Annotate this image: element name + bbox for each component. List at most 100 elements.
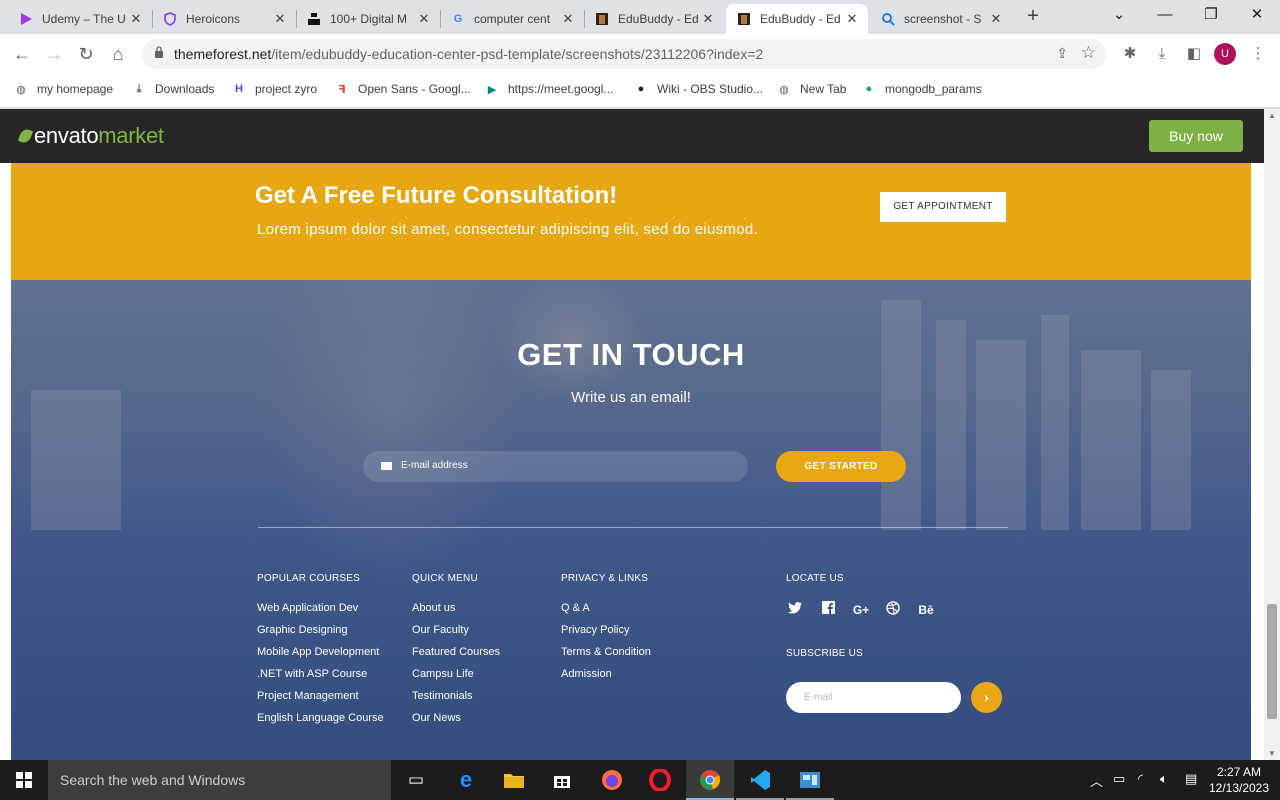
reload-icon[interactable]: ↻ <box>74 42 98 66</box>
subscribe-email-input[interactable]: E-mail <box>786 682 961 713</box>
page-scrollbar[interactable]: ▲ ▼ <box>1264 109 1280 760</box>
tab-edubuddy[interactable]: EduBuddy - Ed ✕ <box>584 4 724 34</box>
envato-leaf-icon <box>17 127 34 145</box>
footer-link[interactable]: Mobile App Development <box>257 646 379 658</box>
bookmark-open-sans[interactable]: ꟻ Open Sans - Googl... <box>335 82 471 96</box>
chrome-icon[interactable] <box>686 760 734 800</box>
close-icon[interactable]: ✕ <box>988 11 1004 27</box>
email-address-input[interactable]: E-mail address <box>363 451 748 482</box>
close-icon[interactable]: ✕ <box>700 11 716 27</box>
footer-link[interactable]: Web Application Dev <box>257 602 358 614</box>
footer-link[interactable]: Our Faculty <box>412 624 469 636</box>
bookmark-obs-wiki[interactable]: ● Wiki - OBS Studio... <box>634 82 763 96</box>
get-started-button[interactable]: GET STARTED <box>776 451 906 482</box>
envato-header: envato market Buy now <box>0 109 1264 163</box>
tab-screenshot-search[interactable]: screenshot - S ✕ <box>870 4 1012 34</box>
volume-icon[interactable]: 🔈︎ <box>1160 771 1168 787</box>
vscode-icon[interactable] <box>736 760 784 800</box>
footer-link[interactable]: Campsu Life <box>412 668 474 680</box>
bookmark-project-zyro[interactable]: Hproject zyro <box>232 82 317 96</box>
behance-icon[interactable]: Bē <box>914 601 938 619</box>
tab-search-chevron-icon[interactable]: ⌄ <box>1096 0 1142 34</box>
bookmark-downloads[interactable]: ⤓ Downloads <box>132 82 215 96</box>
profile-avatar[interactable]: U <box>1214 43 1236 65</box>
twitter-icon[interactable] <box>786 601 804 619</box>
side-panel-icon[interactable]: ◧ <box>1182 42 1206 66</box>
home-icon[interactable]: ⌂ <box>106 42 130 66</box>
consultation-banner: Get A Free Future Consultation! Lorem ip… <box>11 163 1251 280</box>
opera-icon[interactable] <box>636 760 684 800</box>
bookmark-mongodb[interactable]: ● mongodb_params <box>862 82 982 96</box>
download-icon: ⤓ <box>136 82 142 95</box>
envato-market-logo[interactable]: envato market <box>17 123 164 149</box>
close-icon[interactable]: ✕ <box>560 11 576 27</box>
battery-icon[interactable]: ▭ <box>1113 771 1125 787</box>
download-icon[interactable]: ⤓ <box>1150 42 1174 66</box>
taskbar-search[interactable]: Search the web and Windows <box>48 760 391 800</box>
show-hidden-icons-chevron-icon[interactable]: ︿ <box>1090 771 1103 790</box>
start-button[interactable] <box>0 760 48 800</box>
tab-edubuddy-active[interactable]: EduBuddy - Ed ✕ <box>726 4 868 34</box>
bookmark-new-tab[interactable]: ◍ New Tab <box>777 82 846 96</box>
bookmark-google-meet[interactable]: ▶ https://meet.googl... <box>485 82 614 96</box>
extensions-icon[interactable]: ✱ <box>1118 42 1142 66</box>
subscribe-placeholder: E-mail <box>804 692 833 703</box>
tab-google-search[interactable]: G computer cent ✕ <box>440 4 584 34</box>
taskbar-search-placeholder: Search the web and Windows <box>60 772 246 788</box>
forward-icon[interactable]: → <box>42 42 66 66</box>
scroll-up-arrow-icon[interactable]: ▲ <box>1268 111 1276 120</box>
footer-link[interactable]: Q & A <box>561 602 590 614</box>
clock-time: 2:27 AM <box>1216 765 1262 779</box>
google-plus-icon[interactable]: G+ <box>849 601 873 619</box>
store-icon[interactable] <box>538 760 586 800</box>
close-icon[interactable]: ✕ <box>844 11 860 27</box>
bookmark-star-icon[interactable]: ☆ <box>1081 43 1096 63</box>
footer-link[interactable]: Testimonials <box>412 690 473 702</box>
footer-link[interactable]: About us <box>412 602 455 614</box>
scrollbar-thumb[interactable] <box>1267 604 1277 719</box>
scroll-down-arrow-icon[interactable]: ▼ <box>1268 749 1276 758</box>
globe-icon: ◍ <box>779 83 789 96</box>
tab-heroicons[interactable]: Heroicons ✕ <box>152 4 296 34</box>
file-explorer-icon[interactable] <box>490 760 538 800</box>
tab-title: Heroicons <box>186 12 241 26</box>
system-clock[interactable]: 2:27 AM 12/13/2023 <box>1206 764 1272 796</box>
menu-kebab-icon[interactable]: ⋮ <box>1246 42 1270 66</box>
tab-unsplash[interactable]: 100+ Digital M ✕ <box>296 4 440 34</box>
footer-link[interactable]: .NET with ASP Course <box>257 668 367 680</box>
subscribe-submit-button[interactable]: › <box>971 682 1002 713</box>
footer-link[interactable]: English Language Course <box>257 712 384 724</box>
control-panel-icon[interactable] <box>786 760 834 800</box>
envelope-icon <box>381 462 392 470</box>
footer-link[interactable]: Privacy Policy <box>561 624 629 636</box>
address-bar[interactable]: themeforest.net/item/edubuddy-education-… <box>142 39 1106 69</box>
footer-link[interactable]: Terms & Condition <box>561 646 651 658</box>
close-icon[interactable]: ✕ <box>416 11 432 27</box>
footer-link[interactable]: Featured Courses <box>412 646 500 658</box>
buy-now-button[interactable]: Buy now <box>1149 120 1243 152</box>
notifications-icon[interactable]: ▤ <box>1185 771 1197 787</box>
get-appointment-button[interactable]: GET APPOINTMENT <box>880 192 1006 222</box>
restore-icon[interactable]: ❐ <box>1188 0 1234 34</box>
back-icon[interactable]: ← <box>10 42 34 66</box>
close-icon[interactable]: ✕ <box>272 11 288 27</box>
quick-menu-heading: QUICK MENU <box>412 573 478 584</box>
footer-link[interactable]: Our News <box>412 712 461 724</box>
window-close-icon[interactable]: ✕ <box>1234 0 1280 34</box>
minimize-icon[interactable]: — <box>1142 0 1188 34</box>
footer-link[interactable]: Project Management <box>257 690 359 702</box>
close-icon[interactable]: ✕ <box>128 11 144 27</box>
edge-browser-icon[interactable]: e <box>442 760 490 800</box>
footer-link[interactable]: Admission <box>561 668 612 680</box>
dribbble-icon[interactable] <box>884 601 902 619</box>
tab-udemy[interactable]: Udemy – The U ✕ <box>8 4 152 34</box>
task-view-icon[interactable]: ▭ <box>392 760 440 800</box>
new-tab-icon[interactable]: + <box>1022 5 1044 27</box>
facebook-icon[interactable] <box>819 601 837 619</box>
share-icon[interactable]: ⇪ <box>1056 45 1068 62</box>
footer-link[interactable]: Graphic Designing <box>257 624 348 636</box>
bookmark-my-homepage[interactable]: ◍ my homepage <box>14 82 113 96</box>
firefox-icon[interactable] <box>588 760 636 800</box>
wifi-icon[interactable]: ◜ <box>1138 771 1143 787</box>
tab-title: 100+ Digital M <box>330 12 408 26</box>
